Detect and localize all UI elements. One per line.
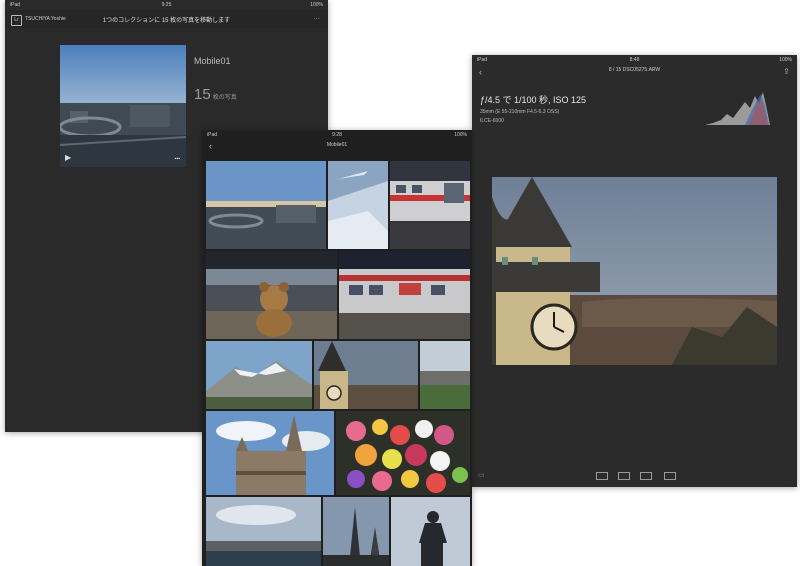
grid-thumbnail[interactable] [323,497,389,566]
photo-title: 8 / 15 DSC05275.ARW [608,67,661,73]
thumbnail-image [420,341,470,409]
thumbnail-image [390,161,470,249]
grid-thumbnail[interactable] [420,341,470,409]
thumbnail-image [206,411,334,495]
cover-photo [60,45,186,167]
main-photo[interactable] [492,177,777,365]
thumbnail-image [336,411,470,495]
thumbnail-image [391,497,470,566]
battery-indicator: 100% [310,2,323,8]
photo-count-number: 15 [194,86,211,103]
grid-thumbnail[interactable] [391,497,470,566]
exif-camera: ILCE-6000 [480,118,504,124]
exif-exposure: ƒ/4.5 で 1/100 秒, ISO 125 [480,95,587,105]
clock: 9:25 [161,2,172,8]
collection-cover[interactable]: ▶ ▪▪▪ [60,45,186,167]
grid-screen: iPad 9:28 100% ‹ Mobile01 [202,130,472,566]
grid-thumbnail[interactable] [339,251,470,339]
info-icon[interactable]: ▭ [478,471,485,479]
more-icon[interactable]: ⋯ [313,15,320,23]
grid-thumbnail[interactable] [206,411,334,495]
thumbnail-image [206,341,312,409]
move-header: 1つのコレクションに 15 枚の写真を移動します [102,18,231,24]
share-icon[interactable]: ⇪ [783,67,790,76]
battery-indicator: 100% [779,57,792,63]
detail-screen: iPad 8:48 100% ‹ 8 / 15 DSC05275.ARW ⇪ ƒ… [472,55,797,487]
thumbnail-image [328,161,388,249]
thumbnail-image [323,497,389,566]
grid-thumbnail[interactable] [206,341,312,409]
grid-thumbnail[interactable] [206,161,326,249]
grid-thumbnail[interactable] [390,161,470,249]
grid-thumbnail[interactable] [336,411,470,495]
battery-indicator: 100% [454,132,467,138]
thumbnail-image [339,251,470,339]
photo-count-unit: 枚の写真 [212,95,237,101]
grid-thumbnail[interactable] [328,161,388,249]
grid-view-icon[interactable]: ▪▪▪ [175,156,180,162]
status-bar: iPad 9:25 100% [5,0,328,10]
play-icon[interactable]: ▶ [65,153,71,162]
clock-tower-photo [492,177,777,365]
thumbnail-image [206,161,326,249]
filmstrip-icon[interactable] [596,472,608,480]
grid-thumbnail[interactable] [206,497,321,566]
clock: 9:28 [332,132,342,138]
edit-icon[interactable] [618,472,630,480]
clock: 8:48 [629,57,640,63]
grid-thumbnail[interactable] [314,341,418,409]
collection-title: Mobile01 [326,142,348,148]
photo-count: 15 枚の写真 [194,86,237,104]
status-bar: iPad 9:28 100% [202,130,472,140]
thumbnail-image [314,341,418,409]
grid-thumbnail[interactable] [206,251,337,339]
thumbnail-image [206,497,321,566]
collection-name[interactable]: Mobile01 [194,56,231,66]
thumbnail-image [206,251,337,339]
status-bar: iPad 8:48 100% [472,55,797,65]
crop-icon[interactable] [664,472,676,480]
adjust-icon[interactable] [640,472,652,480]
exif-lens: 35mm (E 55-210mm F4.5-6.3 OSS) [480,109,560,115]
histogram [705,92,770,125]
